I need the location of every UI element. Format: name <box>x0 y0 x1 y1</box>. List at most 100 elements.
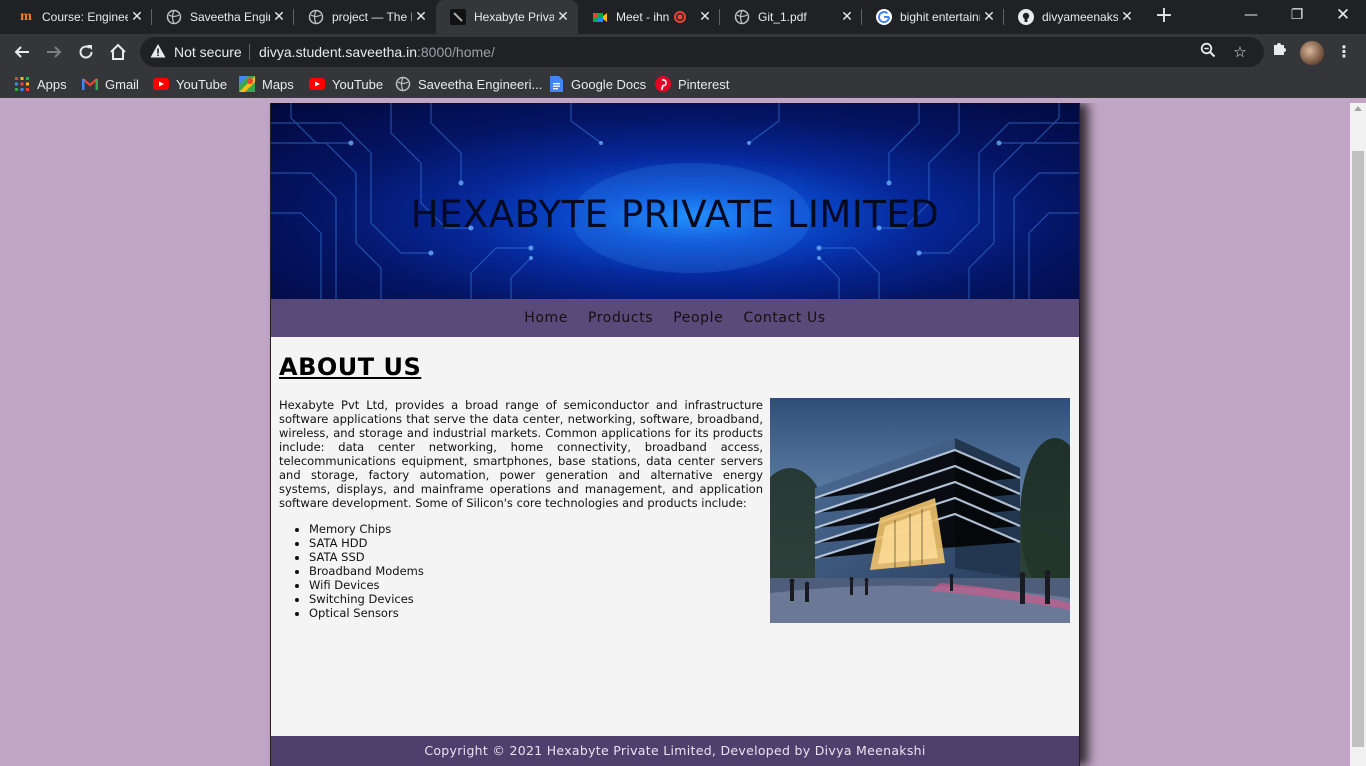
about-heading: ABOUT US <box>279 353 422 381</box>
bookmark-label: Google Docs <box>571 76 647 92</box>
gmail-icon <box>82 76 98 92</box>
tab-course[interactable]: m Course: Engineering ✕ <box>4 0 152 34</box>
menu-icon[interactable]: ⋮ <box>1332 40 1356 64</box>
list-item: Broadband Modems <box>309 564 424 578</box>
moodle-icon: m <box>20 9 32 24</box>
bookmark-label: Pinterest <box>678 76 730 92</box>
tab-title: Hexabyte Private Limited <box>474 10 554 24</box>
bookmark-pinterest[interactable]: Pinterest <box>655 75 729 93</box>
url-host: divya.student.saveetha.in <box>259 44 417 60</box>
bookmark-saveetha[interactable]: Saveetha Engineeri... <box>395 75 542 93</box>
tab-meet[interactable]: Meet - ihn ✕ <box>578 0 720 34</box>
bookmark-youtube[interactable]: YouTube <box>153 75 227 93</box>
globe-icon <box>166 9 182 25</box>
tab-title: divyameenakshi <box>1042 10 1118 24</box>
close-icon[interactable]: ✕ <box>270 9 288 25</box>
recording-icon <box>674 11 686 23</box>
bookmark-google-docs[interactable]: Google Docs <box>548 75 646 93</box>
bookmark-youtube-2[interactable]: YouTube <box>309 75 383 93</box>
bookmark-maps[interactable]: Maps <box>239 75 294 93</box>
bookmark-apps[interactable]: Apps <box>14 75 67 93</box>
list-item: Wifi Devices <box>309 578 424 592</box>
url-text[interactable]: divya.student.saveetha.in:8000/home/ <box>259 44 495 60</box>
close-icon[interactable]: ✕ <box>554 9 572 25</box>
close-icon[interactable]: ✕ <box>980 9 998 25</box>
forward-button[interactable] <box>40 38 68 66</box>
scroll-up-arrow-icon[interactable] <box>1354 106 1362 111</box>
site-container: HEXABYTE PRIVATE LIMITED Home Products P… <box>270 103 1080 766</box>
tab-saveetha[interactable]: Saveetha Engineering ✕ <box>152 0 294 34</box>
divider <box>249 44 250 60</box>
header-banner: HEXABYTE PRIVATE LIMITED <box>271 103 1079 299</box>
url-path: :8000/home/ <box>417 44 495 60</box>
docs-icon <box>548 76 564 92</box>
tab-git-pdf[interactable]: Git_1.pdf ✕ <box>720 0 862 34</box>
site-title: HEXABYTE PRIVATE LIMITED <box>410 193 940 236</box>
globe-icon <box>734 9 750 25</box>
nav-contact-link[interactable]: Contact Us <box>743 310 825 326</box>
youtube-icon <box>309 76 325 92</box>
home-button[interactable] <box>104 38 132 66</box>
close-window-button[interactable]: ✕ <box>1320 0 1366 34</box>
list-item: Switching Devices <box>309 592 424 606</box>
tab-title: Meet - ihn <box>616 10 670 24</box>
list-item: SATA HDD <box>309 536 424 550</box>
list-item: SATA SSD <box>309 550 424 564</box>
tab-bighit[interactable]: bighit entertainment ✕ <box>862 0 1004 34</box>
minimize-button[interactable]: — <box>1228 0 1274 34</box>
close-icon[interactable]: ✕ <box>696 9 714 25</box>
tab-strip: m Course: Engineering ✕ Saveetha Enginee… <box>0 0 1366 34</box>
not-secure-label[interactable]: Not secure <box>174 44 242 60</box>
page-scrollbar[interactable] <box>1350 103 1366 766</box>
back-button[interactable] <box>8 38 36 66</box>
globe-icon <box>395 76 411 92</box>
nav-home-link[interactable]: Home <box>524 310 568 326</box>
tab-hexabyte[interactable]: Hexabyte Private Limited ✕ <box>436 0 578 34</box>
bookmark-star-icon[interactable]: ☆ <box>1230 42 1250 62</box>
list-item: Memory Chips <box>309 522 424 536</box>
close-icon[interactable]: ✕ <box>412 9 430 25</box>
reload-button[interactable] <box>72 38 100 66</box>
close-icon[interactable]: ✕ <box>128 9 146 25</box>
tab-project[interactable]: project — The Bootstrap ✕ <box>294 0 436 34</box>
avatar[interactable] <box>1300 41 1324 65</box>
bookmark-gmail[interactable]: Gmail <box>82 75 139 93</box>
tab-title: Git_1.pdf <box>758 10 807 24</box>
nav-products-link[interactable]: Products <box>588 310 653 326</box>
tab-title: bighit entertainment <box>900 10 980 24</box>
page-viewport: HEXABYTE PRIVATE LIMITED Home Products P… <box>0 103 1350 766</box>
tab-title: project — The Bootstrap <box>332 10 412 24</box>
nav-people-link[interactable]: People <box>673 310 723 326</box>
about-paragraph: Hexabyte Pvt Ltd, provides a broad range… <box>279 398 763 510</box>
extensions-icon[interactable] <box>1267 40 1291 64</box>
restore-button[interactable]: ❐ <box>1274 0 1320 34</box>
list-item: Optical Sensors <box>309 606 424 620</box>
google-icon <box>876 9 892 25</box>
tab-title: Saveetha Engineering <box>190 10 270 24</box>
site-icon <box>450 9 466 25</box>
warning-icon[interactable] <box>150 43 166 59</box>
bookmark-label: Gmail <box>105 76 139 92</box>
close-icon[interactable]: ✕ <box>1118 9 1136 25</box>
office-building-image <box>770 398 1070 623</box>
tab-github[interactable]: divyameenakshi ✕ <box>1004 0 1142 34</box>
bookmark-label: Saveetha Engineeri... <box>418 76 543 92</box>
address-bar[interactable]: Not secure divya.student.saveetha.in:800… <box>140 37 1264 67</box>
meet-icon <box>592 9 608 25</box>
scroll-thumb[interactable] <box>1352 151 1364 747</box>
site-footer: Copyright © 2021 Hexabyte Private Limite… <box>271 736 1079 766</box>
apps-grid-icon <box>14 76 30 92</box>
browser-toolbar: Not secure divya.student.saveetha.in:800… <box>0 34 1366 70</box>
products-list: Memory Chips SATA HDD SATA SSD Broadband… <box>309 522 424 620</box>
bookmark-label: Apps <box>37 76 67 92</box>
bookmark-label: YouTube <box>176 76 228 92</box>
tab-title: Course: Engineering <box>42 10 128 24</box>
maps-icon <box>239 76 255 92</box>
youtube-icon <box>153 76 169 92</box>
site-navbar: Home Products People Contact Us <box>271 299 1079 337</box>
close-icon[interactable]: ✕ <box>838 9 856 25</box>
new-tab-button[interactable]: + <box>1152 5 1176 29</box>
zoom-icon[interactable] <box>1198 42 1218 62</box>
bookmarks-bar: Apps Gmail YouTube Maps YouTube Saveetha… <box>0 70 1366 98</box>
bookmark-label: YouTube <box>332 76 384 92</box>
